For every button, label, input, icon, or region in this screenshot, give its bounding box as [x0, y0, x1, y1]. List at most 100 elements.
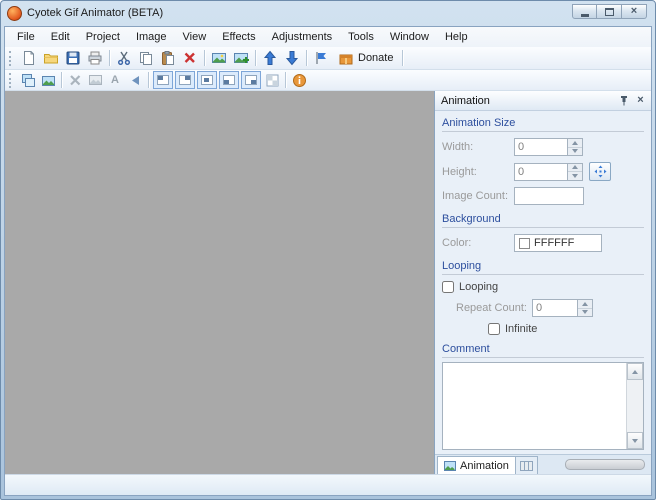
move-up-icon	[262, 50, 278, 66]
align-top-right-toggle[interactable]	[175, 71, 195, 89]
cut-button[interactable]	[113, 48, 135, 68]
spinner-up-icon	[572, 165, 578, 169]
tab-frames[interactable]	[516, 456, 538, 474]
menu-file[interactable]: File	[9, 28, 43, 46]
infinite-checkbox[interactable]	[488, 323, 500, 335]
menu-effects[interactable]: Effects	[214, 28, 263, 46]
scrollbar-track[interactable]	[627, 380, 643, 432]
comment-scrollbar[interactable]	[626, 363, 643, 449]
menu-window[interactable]: Window	[382, 28, 437, 46]
align-bottom-right-toggle[interactable]	[241, 71, 261, 89]
menu-view[interactable]: View	[175, 28, 215, 46]
scroll-down-button[interactable]	[627, 432, 643, 449]
background-color-picker[interactable]: FFFFFF	[514, 234, 602, 252]
background-color-row: Color: FFFFFF	[442, 234, 644, 252]
close-panel-button[interactable]: ×	[633, 94, 648, 108]
align-top-right-icon	[179, 75, 191, 85]
repeat-count-input[interactable]	[532, 299, 578, 317]
delete-icon	[182, 50, 198, 66]
width-input[interactable]	[514, 138, 568, 156]
height-input[interactable]	[514, 163, 568, 181]
new-file-button[interactable]	[18, 48, 40, 68]
copy-frame-button[interactable]	[18, 71, 38, 89]
paste-icon	[160, 50, 176, 66]
text-tool-button[interactable]: A	[105, 71, 125, 89]
check-updates-button[interactable]	[310, 48, 332, 68]
close-icon: ×	[631, 6, 637, 17]
spinner-up-icon	[582, 302, 588, 306]
height-label: Height:	[442, 166, 514, 178]
print-icon	[87, 50, 103, 66]
add-frames-icon	[233, 50, 249, 66]
preview-button[interactable]	[125, 71, 145, 89]
width-spinner[interactable]	[568, 138, 583, 156]
menu-tools[interactable]: Tools	[340, 28, 382, 46]
close-button[interactable]: ×	[622, 4, 647, 19]
delete-frame-button[interactable]	[65, 71, 85, 89]
repeat-count-spinner[interactable]	[578, 299, 593, 317]
tab-animation[interactable]: Animation	[437, 456, 516, 474]
donate-button[interactable]: Donate	[332, 48, 399, 68]
maximize-button[interactable]	[597, 4, 622, 19]
panel-tab-strip: Animation	[435, 454, 651, 474]
copy-button[interactable]	[135, 48, 157, 68]
copy-icon	[138, 50, 154, 66]
print-button[interactable]	[84, 48, 106, 68]
align-bottom-left-toggle[interactable]	[219, 71, 239, 89]
open-folder-icon	[43, 50, 59, 66]
checkerboard-background-button[interactable]	[262, 71, 282, 89]
paste-button[interactable]	[157, 48, 179, 68]
app-icon	[7, 6, 22, 21]
align-bottom-left-icon	[223, 75, 235, 85]
align-top-left-toggle[interactable]	[153, 71, 173, 89]
paste-frame-icon	[41, 73, 56, 88]
toolbar-grip[interactable]	[9, 51, 14, 66]
move-up-button[interactable]	[259, 48, 281, 68]
menu-edit[interactable]: Edit	[43, 28, 78, 46]
menu-help[interactable]: Help	[437, 28, 476, 46]
image-properties-button[interactable]	[85, 71, 105, 89]
add-frames-button[interactable]	[230, 48, 252, 68]
height-spinner[interactable]	[568, 163, 583, 181]
scroll-up-button[interactable]	[627, 363, 643, 380]
open-file-button[interactable]	[40, 48, 62, 68]
about-button[interactable]	[289, 71, 309, 89]
move-down-button[interactable]	[281, 48, 303, 68]
image-count-input[interactable]	[514, 187, 584, 205]
image-count-row: Image Count:	[442, 187, 644, 205]
app-window: Cyotek Gif Animator (BETA) × File Edit P…	[0, 0, 656, 500]
save-button[interactable]	[62, 48, 84, 68]
comment-input[interactable]	[443, 363, 626, 449]
toolbar-separator	[285, 72, 286, 88]
align-center-toggle[interactable]	[197, 71, 217, 89]
auto-size-button[interactable]	[589, 162, 611, 181]
menu-adjustments[interactable]: Adjustments	[264, 28, 341, 46]
delete-button[interactable]	[179, 48, 201, 68]
looping-checkbox[interactable]	[442, 281, 454, 293]
auto-hide-pin-button[interactable]	[616, 94, 631, 108]
comment-header: Comment	[442, 341, 644, 358]
spinner-up-icon	[572, 141, 578, 145]
spinner-down-icon	[572, 149, 578, 153]
repeat-count-label: Repeat Count:	[456, 302, 532, 314]
color-value: FFFFFF	[534, 237, 574, 249]
paste-frame-button[interactable]	[38, 71, 58, 89]
animation-size-header: Animation Size	[442, 115, 644, 132]
scroll-up-icon	[632, 370, 638, 374]
align-center-icon	[201, 75, 213, 85]
menu-project[interactable]: Project	[78, 28, 128, 46]
status-bar	[5, 474, 651, 495]
menu-image[interactable]: Image	[128, 28, 175, 46]
document-canvas	[5, 91, 435, 474]
minimize-button[interactable]	[572, 4, 597, 19]
pin-icon	[619, 95, 629, 106]
client-area: File Edit Project Image View Effects Adj…	[4, 26, 652, 496]
extract-frames-icon	[211, 50, 227, 66]
animation-panel: Animation × Animation Size Width:	[435, 91, 651, 474]
zoom-slider[interactable]	[565, 459, 645, 470]
move-down-icon	[284, 50, 300, 66]
about-icon	[292, 73, 307, 88]
background-header: Background	[442, 211, 644, 228]
extract-frames-button[interactable]	[208, 48, 230, 68]
toolbar-grip[interactable]	[9, 73, 14, 88]
